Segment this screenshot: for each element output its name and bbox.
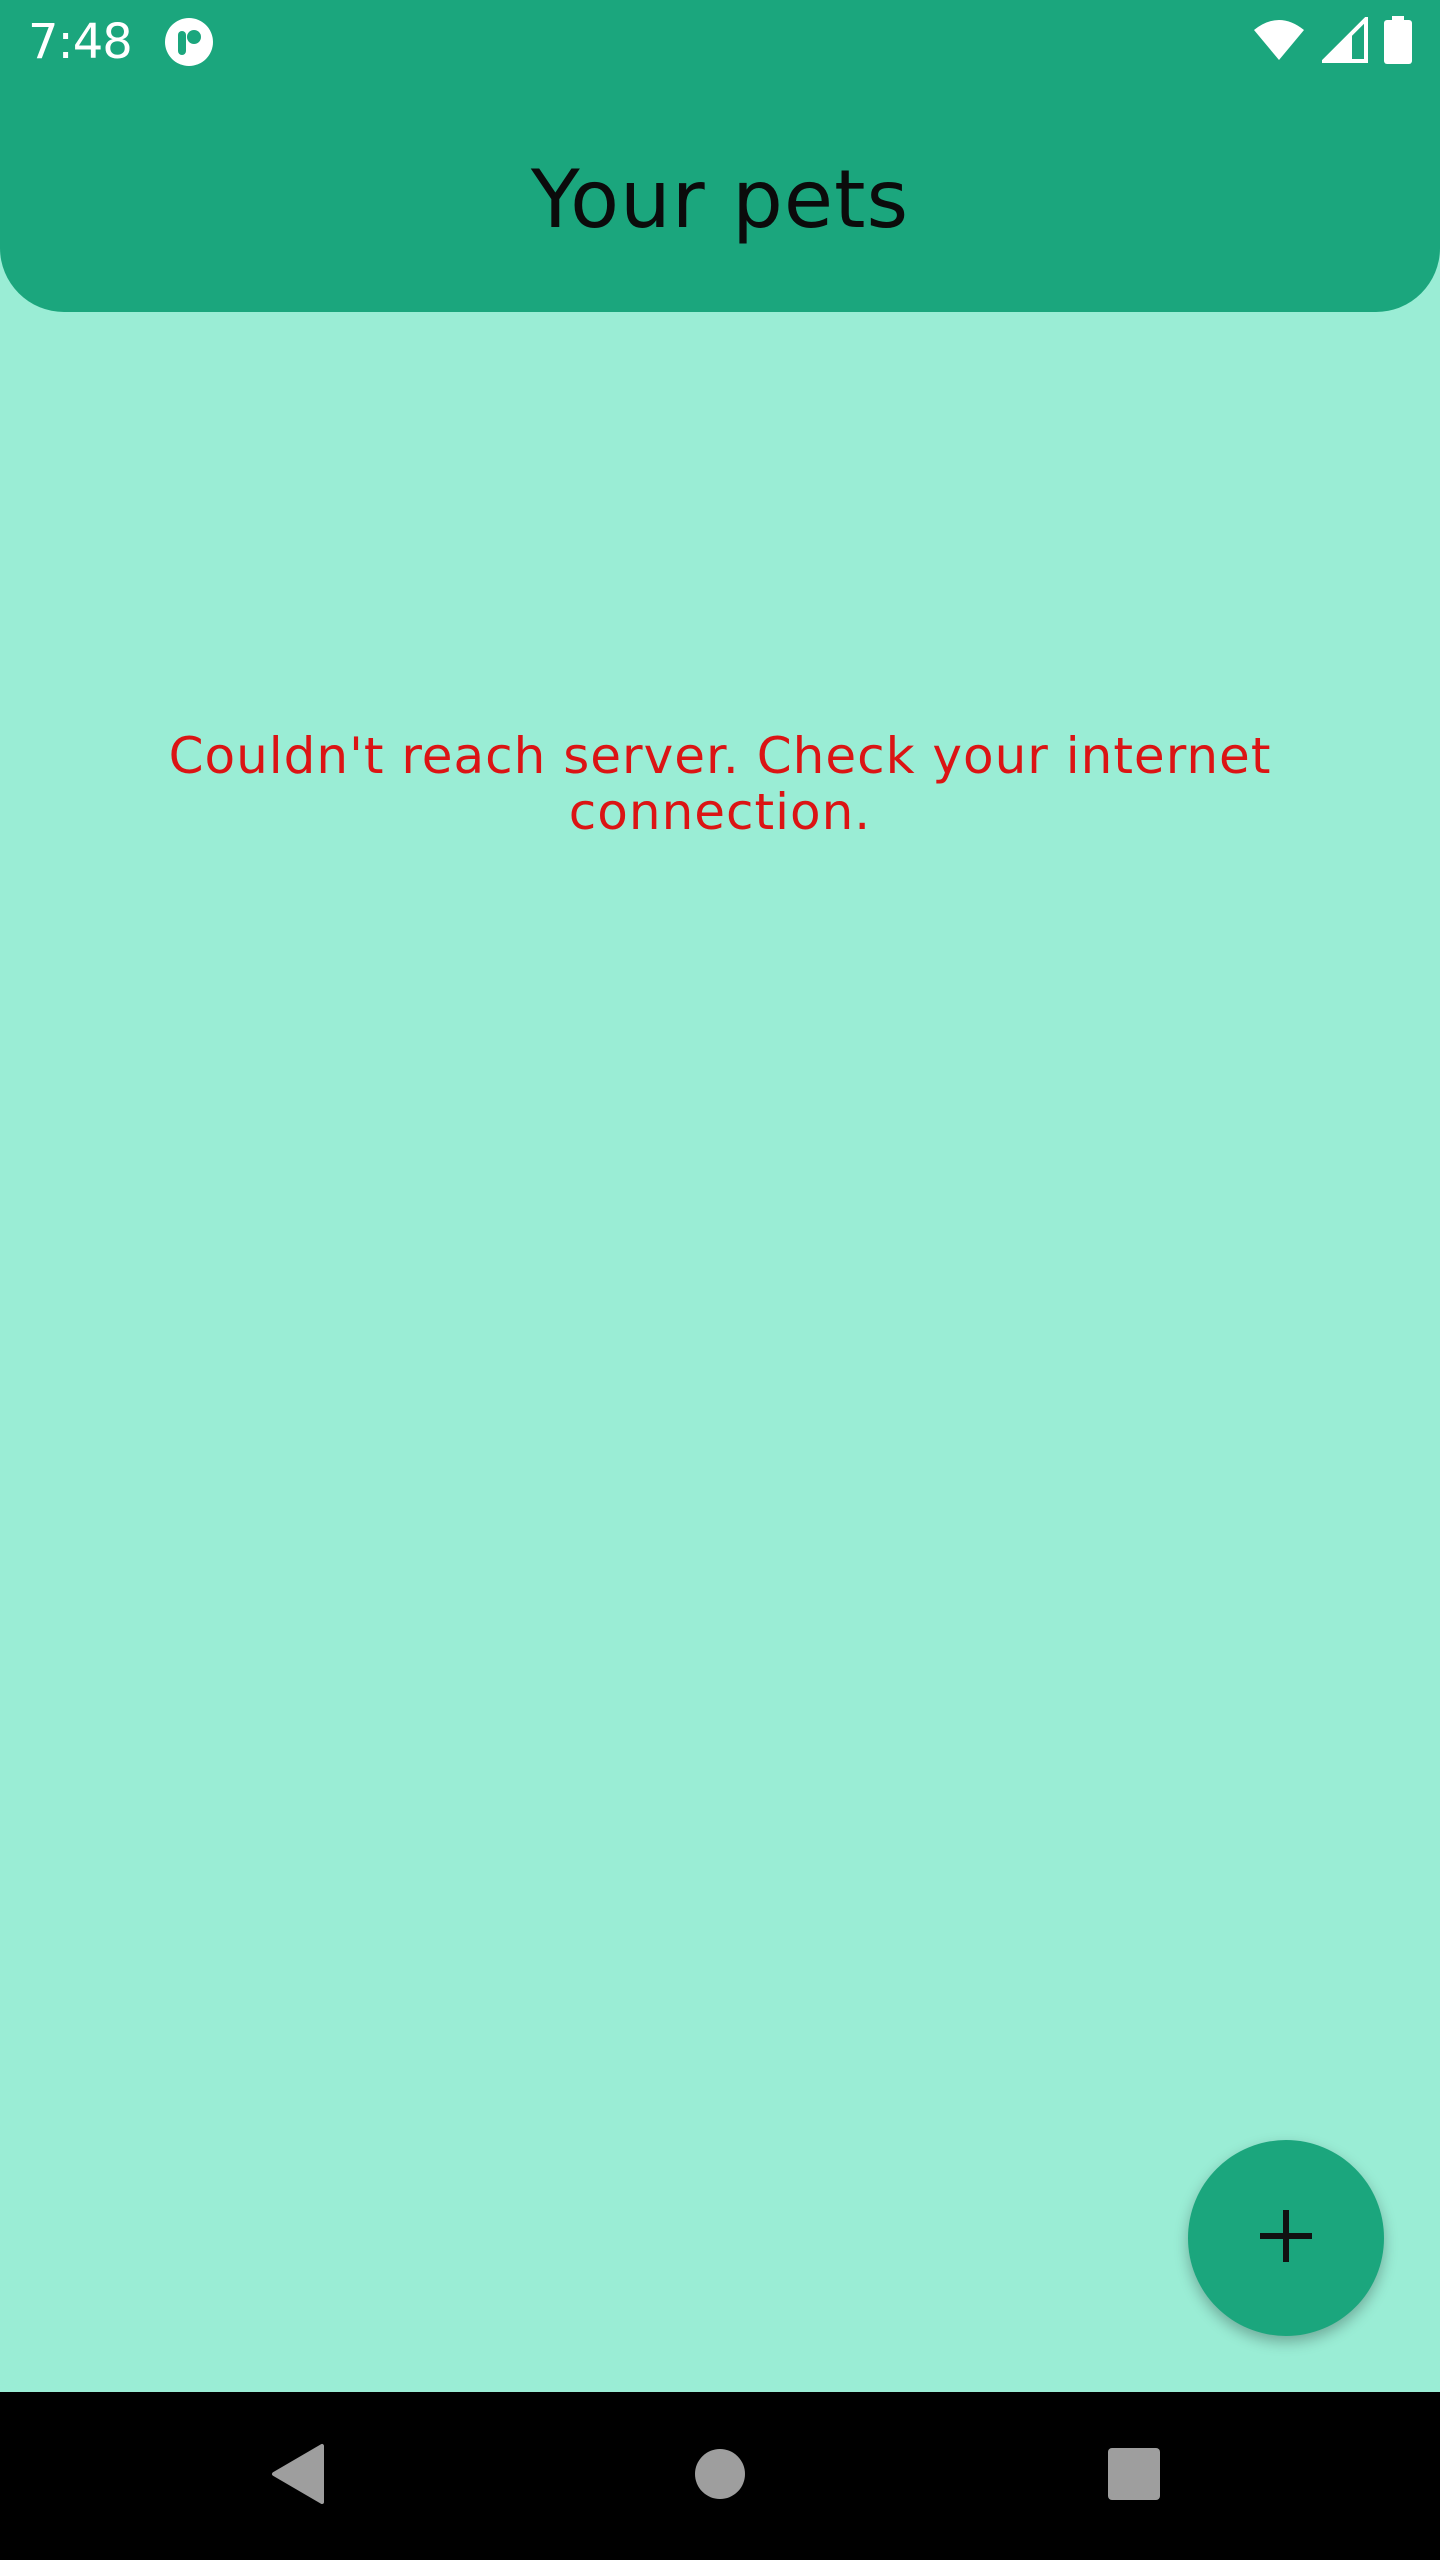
add-pet-button[interactable] [1188,2140,1384,2336]
back-button[interactable] [258,2436,338,2516]
back-icon [268,2442,328,2510]
page-title: Your pets [530,153,910,246]
error-message: Couldn't reach server. Check your intern… [168,727,1272,841]
status-time: 7:48 [28,14,133,70]
top-app-bar: 7:48 Your pets [0,0,1440,312]
wifi-icon [1252,18,1306,66]
recents-icon [1107,2447,1161,2505]
navigation-bar [0,2392,1440,2560]
battery-icon [1384,16,1412,68]
home-button[interactable] [680,2436,760,2516]
status-icons [1252,14,1412,68]
status-bar: 7:48 [0,0,1440,84]
cellular-signal-icon [1319,14,1368,67]
home-icon [693,2447,747,2505]
app-notification-icon [164,17,214,67]
recents-button[interactable] [1094,2436,1174,2516]
plus-icon [1258,2208,1314,2268]
